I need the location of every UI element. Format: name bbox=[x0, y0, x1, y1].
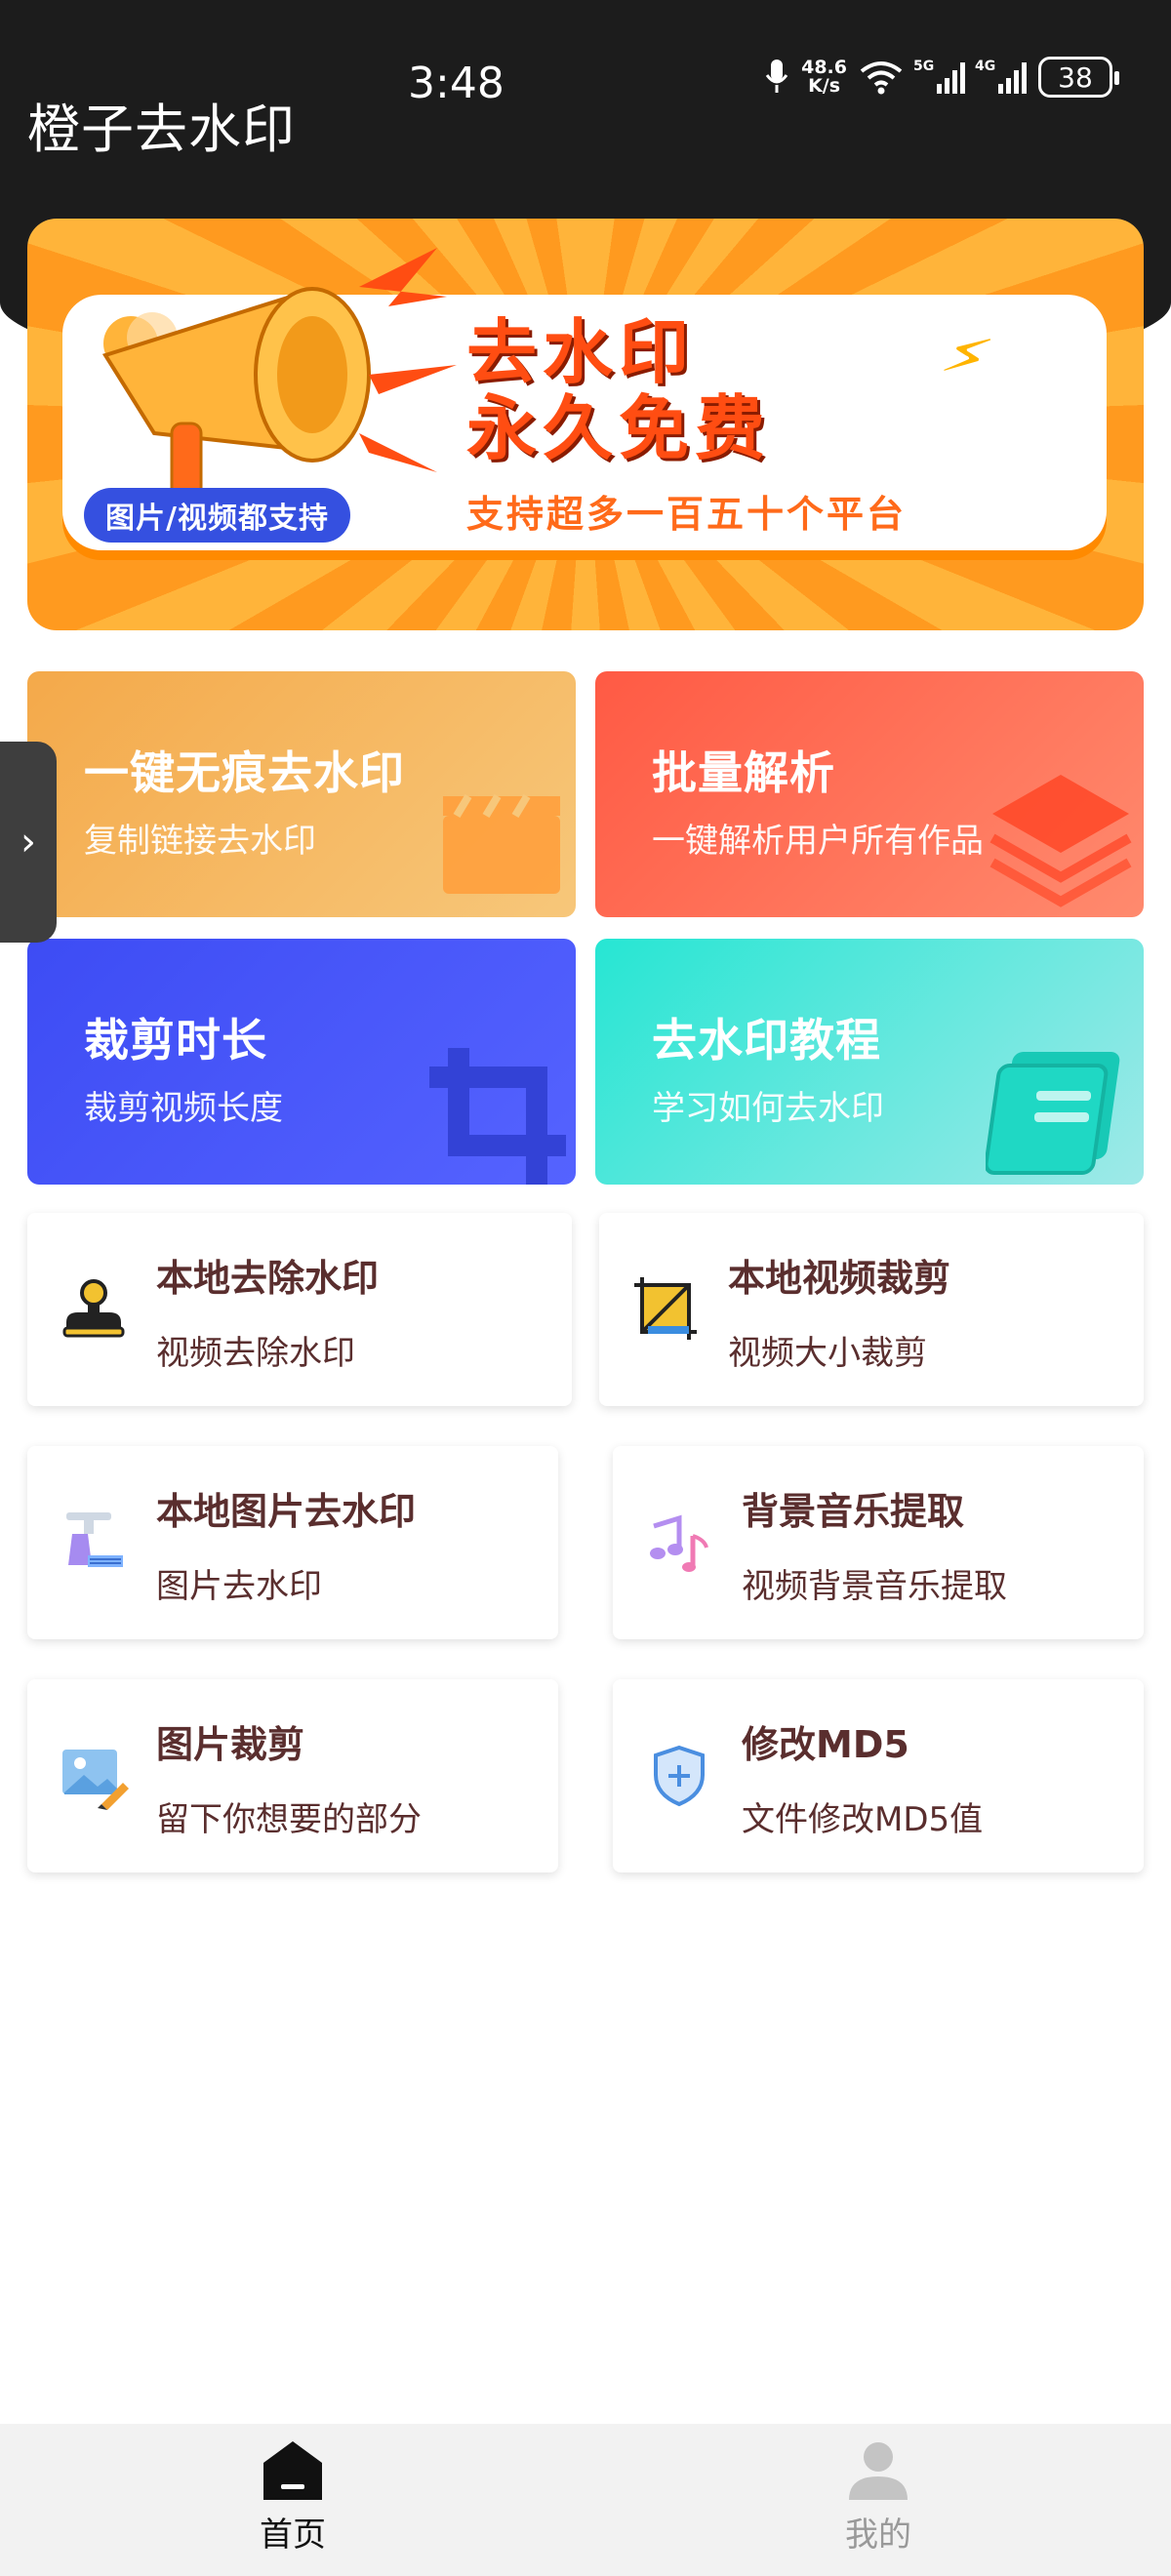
feature-card-subtitle: 一键解析用户所有作品 bbox=[652, 822, 984, 861]
app-screen: 3:48 48.6 K/s 5G 4G 38 橙子去水印 去水印 永久免费 ⚡ … bbox=[0, 0, 1171, 2576]
status-time: 3:48 bbox=[408, 59, 505, 108]
tool-card-local-watermark-removal[interactable]: 本地去除水印 视频去除水印 bbox=[27, 1213, 572, 1406]
feature-card-title: 批量解析 bbox=[652, 746, 835, 799]
net-speed-unit: K/s bbox=[808, 75, 841, 97]
chevron-right-icon: › bbox=[20, 820, 36, 865]
crop-icon bbox=[429, 1048, 566, 1185]
feature-card-remove-watermark[interactable]: 一键无痕去水印 复制链接去水印 bbox=[27, 671, 576, 917]
banner-headline: 去水印 永久免费 bbox=[466, 314, 771, 466]
sim1-label: 5G bbox=[913, 59, 935, 74]
faucet-icon bbox=[66, 1512, 123, 1567]
status-icons: 48.6 K/s 5G 4G 38 bbox=[764, 57, 1119, 98]
tool-title: 图片裁剪 bbox=[156, 1723, 305, 1766]
music-notes-icon bbox=[650, 1514, 708, 1572]
banner-headline-1: 去水印 bbox=[466, 311, 696, 393]
banner-tag: 图片/视频都支持 bbox=[84, 488, 350, 543]
tool-subtitle: 文件修改MD5值 bbox=[742, 1800, 984, 1839]
nav-home-label: 首页 bbox=[260, 2516, 326, 2555]
tool-title: 本地视频裁剪 bbox=[728, 1257, 951, 1300]
feature-card-subtitle: 复制链接去水印 bbox=[84, 822, 316, 861]
nav-mine[interactable]: 我的 bbox=[781, 2439, 976, 2556]
bottom-nav: 首页 我的 bbox=[0, 2424, 1171, 2576]
nav-home[interactable]: 首页 bbox=[195, 2439, 390, 2556]
shield-plus-icon bbox=[654, 1745, 705, 1807]
battery-level: 38 bbox=[1058, 60, 1093, 94]
stamp-icon bbox=[62, 1279, 125, 1338]
tool-card-local-video-crop[interactable]: 本地视频裁剪 视频大小裁剪 bbox=[599, 1213, 1144, 1406]
wifi-icon bbox=[860, 61, 903, 95]
layers-icon bbox=[989, 775, 1132, 907]
side-drawer-toggle[interactable]: › bbox=[0, 742, 57, 943]
microphone-icon bbox=[765, 60, 788, 93]
nav-mine-label: 我的 bbox=[845, 2516, 911, 2555]
promo-banner[interactable]: 去水印 永久免费 ⚡ 图片/视频都支持 支持超多一百五十个平台 bbox=[27, 219, 1144, 630]
feature-card-title: 去水印教程 bbox=[652, 1014, 881, 1067]
tool-card-local-image-watermark[interactable]: 本地图片去水印 图片去水印 bbox=[27, 1446, 558, 1639]
tool-card-image-crop[interactable]: 图片裁剪 留下你想要的部分 bbox=[27, 1679, 558, 1872]
tool-subtitle: 图片去水印 bbox=[156, 1567, 322, 1606]
app-title: 橙子去水印 bbox=[27, 99, 296, 160]
feature-card-subtitle: 裁剪视频长度 bbox=[84, 1089, 283, 1128]
crop-frame-icon bbox=[634, 1277, 697, 1340]
sim2-label: 4G bbox=[975, 59, 996, 74]
tool-title: 本地去除水印 bbox=[156, 1257, 380, 1300]
user-icon bbox=[849, 2442, 908, 2500]
tool-title: 背景音乐提取 bbox=[742, 1490, 965, 1533]
tool-title: 修改MD5 bbox=[742, 1723, 909, 1766]
tool-subtitle: 视频去除水印 bbox=[156, 1334, 355, 1373]
feature-card-title: 一键无痕去水印 bbox=[84, 746, 405, 799]
feature-card-subtitle: 学习如何去水印 bbox=[652, 1089, 884, 1128]
clapperboard-icon bbox=[443, 793, 560, 894]
banner-headline-2: 永久免费 bbox=[466, 387, 772, 469]
tool-subtitle: 留下你想要的部分 bbox=[156, 1800, 422, 1839]
feature-card-batch-parse[interactable]: 批量解析 一键解析用户所有作品 bbox=[595, 671, 1144, 917]
signal-sim2-icon: 4G bbox=[975, 59, 1027, 94]
battery-icon: 38 bbox=[1038, 57, 1119, 98]
tool-card-bgm-extract[interactable]: 背景音乐提取 视频背景音乐提取 bbox=[613, 1446, 1144, 1639]
tool-subtitle: 视频背景音乐提取 bbox=[742, 1567, 1007, 1606]
feature-card-trim-duration[interactable]: 裁剪时长 裁剪视频长度 bbox=[27, 939, 576, 1185]
picture-edit-icon bbox=[62, 1750, 129, 1810]
book-icon bbox=[986, 1052, 1120, 1175]
feature-card-tutorial[interactable]: 去水印教程 学习如何去水印 bbox=[595, 939, 1144, 1185]
feature-card-title: 裁剪时长 bbox=[84, 1014, 267, 1067]
tool-title: 本地图片去水印 bbox=[156, 1490, 417, 1533]
home-icon bbox=[263, 2441, 322, 2500]
banner-subline: 支持超多一百五十个平台 bbox=[466, 493, 908, 536]
tool-subtitle: 视频大小裁剪 bbox=[728, 1334, 927, 1373]
signal-sim1-icon: 5G bbox=[913, 59, 965, 94]
tool-card-modify-md5[interactable]: 修改MD5 文件修改MD5值 bbox=[613, 1679, 1144, 1872]
net-speed: 48.6 K/s bbox=[801, 59, 847, 96]
